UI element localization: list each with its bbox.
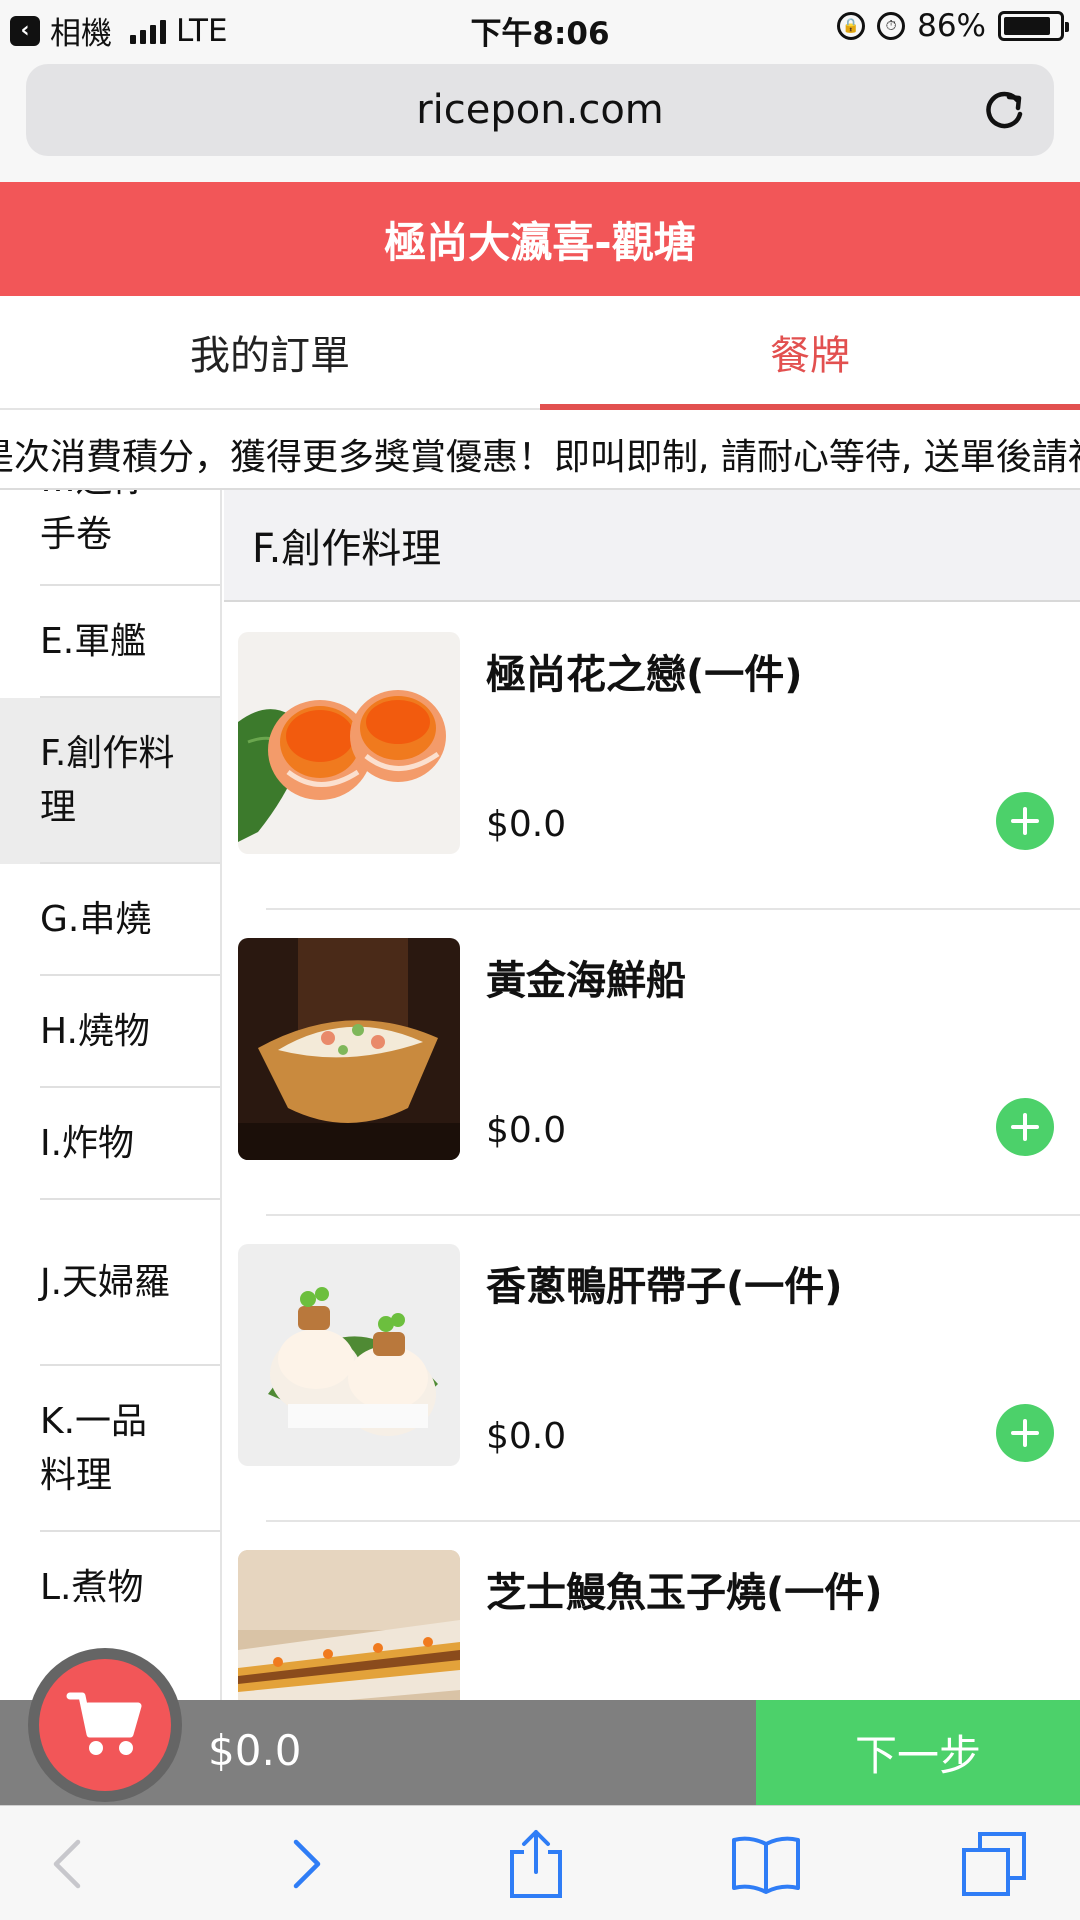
back-button[interactable]: [32, 1828, 104, 1900]
status-bar: ‹ 相機 LTE 下午8:06 🔒 ⏱ 86%: [0, 0, 1080, 56]
category-label: K.一品料理: [40, 1401, 148, 1496]
menu-item[interactable]: 極尚花之戀(一件) $0.0: [224, 604, 1080, 910]
tab-bar: 我的訂單 餐牌: [0, 296, 1080, 410]
browser-toolbar: [0, 1805, 1080, 1920]
page: ‹ 相機 LTE 下午8:06 🔒 ⏱ 86% ricepon.com 極尚大瀛…: [0, 0, 1080, 1920]
menu-item-list[interactable]: F.創作料理 極尚花之戀(一件) $0.0 黃金海鮮船 $0.0 香蔥鴨肝帶子(…: [224, 490, 1080, 1700]
forward-icon: [293, 1839, 321, 1889]
category-label: J.天婦羅: [40, 1262, 171, 1303]
category-item-creative[interactable]: F.創作料理: [0, 698, 220, 864]
share-icon: [510, 1830, 562, 1898]
add-item-button[interactable]: [996, 1404, 1054, 1462]
bookmarks-button[interactable]: [730, 1828, 802, 1900]
category-sidebar[interactable]: …迷你 手卷 E.軍艦 F.創作料理 G.串燒 H.燒物 I.炸物 J.天婦羅: [0, 490, 222, 1700]
menu-item[interactable]: 芝士鰻魚玉子燒(一件): [224, 1522, 1080, 1700]
share-button[interactable]: [500, 1828, 572, 1900]
category-item-tempura[interactable]: J.天婦羅: [0, 1200, 220, 1366]
category-item-skewers[interactable]: G.串燒: [0, 864, 220, 976]
item-name: 香蔥鴨肝帶子(一件): [486, 1264, 843, 1310]
cart-bar: $0.0 下一步: [0, 1648, 1080, 1805]
item-image-scallop-sushi[interactable]: [238, 1244, 460, 1466]
menu-item[interactable]: 香蔥鴨肝帶子(一件) $0.0: [224, 1216, 1080, 1522]
tabs-button[interactable]: [958, 1828, 1030, 1900]
battery-percent: 86%: [917, 8, 986, 44]
category-label: E.軍艦: [40, 621, 147, 662]
browser-address-area: ricepon.com: [0, 56, 1080, 182]
url-field[interactable]: ricepon.com: [26, 64, 1054, 156]
bookmarks-icon: [732, 1836, 800, 1894]
plus-icon: [1011, 807, 1039, 835]
battery-icon: [998, 11, 1069, 41]
section-title: F.創作料理: [252, 526, 442, 572]
category-item-grilled[interactable]: H.燒物: [0, 976, 220, 1088]
store-title: 極尚大瀛喜-觀塘: [384, 217, 696, 267]
tabs-icon: [962, 1832, 1026, 1896]
item-name: 芝士鰻魚玉子燒(一件): [486, 1570, 883, 1616]
cart-icon: [66, 1692, 142, 1755]
battery-fill: [1004, 17, 1051, 35]
item-price: $0.0: [486, 1416, 567, 1457]
notice-marquee: 是次消費積分，獲得更多獎賞優惠！即叫即制, 請耐心等待, 送單後請衫: [0, 412, 1080, 490]
category-label: G.串燒: [40, 899, 152, 940]
add-item-button[interactable]: [996, 792, 1054, 850]
plus-icon: [1011, 1419, 1039, 1447]
item-name: 極尚花之戀(一件): [486, 652, 803, 698]
url-text[interactable]: ricepon.com: [416, 87, 664, 133]
item-name: 黃金海鮮船: [486, 958, 686, 1004]
next-step-button[interactable]: 下一步: [756, 1700, 1080, 1805]
tab-my-orders[interactable]: 我的訂單: [0, 296, 540, 408]
item-image-seafood-boat[interactable]: [238, 938, 460, 1160]
store-header: 極尚大瀛喜-觀塘: [0, 182, 1080, 296]
status-right: 🔒 ⏱ 86%: [837, 8, 1069, 44]
add-item-button[interactable]: [996, 1098, 1054, 1156]
cart-button[interactable]: [28, 1648, 182, 1802]
category-label: I.炸物: [40, 1123, 135, 1164]
category-item-fried[interactable]: I.炸物: [0, 1088, 220, 1200]
category-item-simmered[interactable]: L.煮物: [0, 1532, 220, 1644]
category-label: L.煮物: [40, 1567, 144, 1608]
category-label: 手卷: [40, 514, 113, 555]
cart-total: $0.0: [208, 1726, 302, 1775]
notice-text: 是次消費積分，獲得更多獎賞優惠！即叫即制, 請耐心等待, 送單後請衫: [0, 437, 1080, 478]
category-item-gunkan[interactable]: E.軍艦: [0, 586, 220, 698]
cart-circle[interactable]: [39, 1659, 171, 1791]
category-label: H.燒物: [40, 1011, 150, 1052]
section-header: F.創作料理: [224, 490, 1080, 602]
orientation-lock-icon: 🔒: [837, 12, 866, 40]
back-icon: [53, 1839, 81, 1889]
item-image-salmon-roe-rolls[interactable]: [238, 632, 460, 854]
menu-item[interactable]: 黃金海鮮船 $0.0: [224, 910, 1080, 1216]
item-price: $0.0: [486, 804, 567, 845]
category-label: F.創作料理: [40, 733, 175, 828]
forward-button[interactable]: [270, 1828, 342, 1900]
alarm-icon: ⏱: [877, 12, 906, 40]
plus-icon: [1011, 1113, 1039, 1141]
reload-icon[interactable]: [980, 86, 1028, 134]
item-price: $0.0: [486, 1110, 567, 1151]
category-item-a-la-carte[interactable]: K.一品料理: [0, 1366, 220, 1532]
item-image-cheese-eel-tamago[interactable]: [238, 1550, 460, 1700]
tab-menu[interactable]: 餐牌: [540, 296, 1080, 410]
category-item-hand-roll[interactable]: 手卷: [0, 490, 220, 586]
